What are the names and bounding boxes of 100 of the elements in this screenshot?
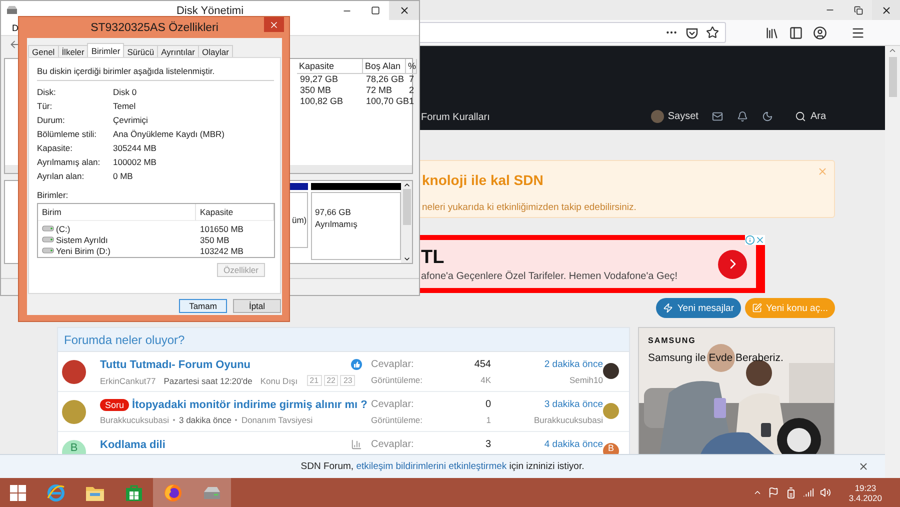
- column-header[interactable]: Kapasite: [196, 204, 274, 221]
- action-button[interactable]: Yeni mesajlar: [656, 298, 742, 318]
- table-cell-text: 350 MB: [299, 85, 332, 96]
- brand-name: SAMSUNG: [648, 336, 696, 345]
- field-label: Ayrılmamış alan:: [37, 157, 102, 167]
- maximize-icon: [370, 6, 380, 15]
- stat-value: 4K: [480, 375, 491, 385]
- field-label: Durum:: [37, 115, 66, 125]
- bookmark-star-icon[interactable]: [706, 26, 719, 39]
- last-post-time[interactable]: 4 dakika önce: [544, 439, 603, 450]
- thread-title-link[interactable]: İtopyadaki monitör indirime girmiş alınır mı ?: [132, 399, 368, 411]
- table-cell-text: 103242 MB: [199, 245, 244, 256]
- column-header[interactable]: Birim: [38, 204, 196, 221]
- sidebar-icon[interactable]: [789, 26, 803, 40]
- library-icon[interactable]: [765, 26, 779, 40]
- scrollbar[interactable]: [401, 181, 412, 263]
- scroll-up-icon[interactable]: [402, 181, 410, 189]
- close-icon[interactable]: [858, 461, 869, 472]
- info-icon[interactable]: [745, 235, 755, 245]
- notice-text: neleri yukarıda ki etkinliğimizden takip edebilirsiniz.: [422, 202, 638, 213]
- ad-card[interactable]: SAMSUNG Samsung ile Evde Beraberiz.: [638, 327, 835, 454]
- restore-icon: [854, 6, 862, 14]
- stat-value: 1: [485, 415, 491, 425]
- stat-label: Görüntüleme:: [371, 375, 424, 385]
- menu-icon[interactable]: [851, 26, 865, 40]
- table-cell-text: 101650 MB: [199, 223, 244, 234]
- tab[interactable]: Olaylar: [198, 45, 233, 57]
- thread-title-link[interactable]: Tuttu Tutmadı- Forum Oyunu: [100, 359, 251, 371]
- table-cell-text: 100,70 GB: [365, 96, 406, 107]
- tab[interactable]: Genel: [28, 45, 59, 57]
- close-icon: [269, 20, 279, 30]
- close-icon[interactable]: [755, 235, 765, 245]
- field-label: Ayrılan alan:: [37, 171, 86, 181]
- field-label: Kapasite:: [37, 143, 74, 153]
- account-icon[interactable]: [813, 26, 827, 40]
- search-icon: [795, 111, 806, 122]
- volume-item[interactable]: Yeni Birim (D:): [38, 245, 196, 256]
- ad-text: afone'a Geçenlere Özel Tarifeler. Hemen Vodafone'a Geç!: [421, 270, 678, 282]
- volume-item[interactable]: (C:): [38, 223, 196, 234]
- clock[interactable]: 19:23 3.4.2020: [848, 482, 882, 502]
- volume-item[interactable]: Sistem Ayrıldı: [38, 234, 196, 245]
- stat-label: Cevaplar:: [371, 399, 415, 410]
- ad-arrow-button[interactable]: [718, 250, 747, 278]
- column-header[interactable]: Boş Alan: [363, 59, 406, 74]
- scrollbar-thumb[interactable]: [888, 57, 896, 97]
- dialog-button[interactable]: Tamam: [179, 299, 227, 313]
- forum-link[interactable]: Donanım Tavsiyesi: [241, 415, 313, 425]
- scrollbar[interactable]: [885, 46, 900, 478]
- notice-title: knoloji ile kal SDN: [422, 172, 544, 188]
- partition-status: Ayrılmamış: [315, 219, 358, 229]
- tab[interactable]: Ayrıntılar: [157, 45, 199, 57]
- user-link[interactable]: Sayset: [650, 110, 698, 123]
- permission-link[interactable]: etkileşim bildirimlerini etkinleştirmek: [356, 461, 507, 472]
- thumbs-up-icon: [351, 359, 362, 370]
- mail-icon[interactable]: [712, 111, 724, 122]
- permission-message: SDN Forum, etkileşim bildirimlerini etkinleştirmek için izninizi istiyor.: [300, 461, 584, 472]
- table-cell-text: 2: [408, 85, 416, 96]
- table-cell-text: 1: [408, 96, 416, 107]
- browser-e-icon: [46, 482, 66, 502]
- tray-expand-icon[interactable]: [752, 488, 762, 497]
- tab[interactable]: Birimler: [87, 43, 124, 57]
- partition-label: üm): [292, 215, 304, 225]
- dialog-title: ST9320325AS Özellikleri: [90, 22, 218, 34]
- scrollbar-thumb[interactable]: [402, 189, 410, 225]
- field-value: Temel: [113, 101, 137, 111]
- field-value: 305244 MB: [113, 143, 158, 153]
- author-link[interactable]: ErkinCankut77: [100, 376, 156, 386]
- volume-icon[interactable]: [820, 487, 831, 498]
- tab[interactable]: Sürücü: [123, 45, 158, 57]
- battery-icon[interactable]: [784, 486, 797, 498]
- pocket-icon[interactable]: [686, 26, 698, 38]
- author-link[interactable]: Burakkucuksubasi: [100, 415, 169, 425]
- moon-icon[interactable]: [762, 111, 774, 122]
- section-label: Birimler:: [37, 190, 70, 200]
- table-cell-text: 99,27 GB: [299, 74, 340, 85]
- close-icon: [398, 5, 410, 16]
- forum-link[interactable]: Konu Dışı: [260, 376, 298, 386]
- taskbar-app[interactable]: [153, 478, 192, 507]
- nav-link[interactable]: Forum Kuralları: [421, 112, 490, 123]
- back-arrow-icon[interactable]: [9, 39, 20, 50]
- column-header[interactable]: Kapasite: [297, 59, 363, 74]
- field-label: Tür:: [37, 101, 54, 111]
- last-post-time[interactable]: 2 dakika önce: [544, 359, 603, 370]
- lightning-icon: [663, 303, 674, 313]
- last-post-time[interactable]: 3 dakika önce: [544, 399, 603, 410]
- window-title: Disk Yönetimi: [176, 4, 244, 16]
- search-link[interactable]: Ara: [795, 111, 826, 122]
- close-button[interactable]: [872, 0, 900, 20]
- stat-label: Cevaplar:: [371, 439, 415, 450]
- table-cell-text: 72 MB: [365, 85, 394, 96]
- menu-item[interactable]: D: [12, 22, 18, 32]
- bell-icon[interactable]: [737, 111, 748, 122]
- dialog-button[interactable]: İptal: [233, 299, 281, 313]
- column-header[interactable]: %: [406, 59, 418, 74]
- table-cell-text: 350 MB: [199, 234, 230, 245]
- tab[interactable]: İlkeler: [58, 45, 88, 57]
- scroll-down-icon[interactable]: [402, 255, 410, 263]
- flag-icon[interactable]: [768, 487, 779, 498]
- thread-title-link[interactable]: Kodlama dili: [100, 439, 166, 451]
- close-button[interactable]: [389, 1, 419, 20]
